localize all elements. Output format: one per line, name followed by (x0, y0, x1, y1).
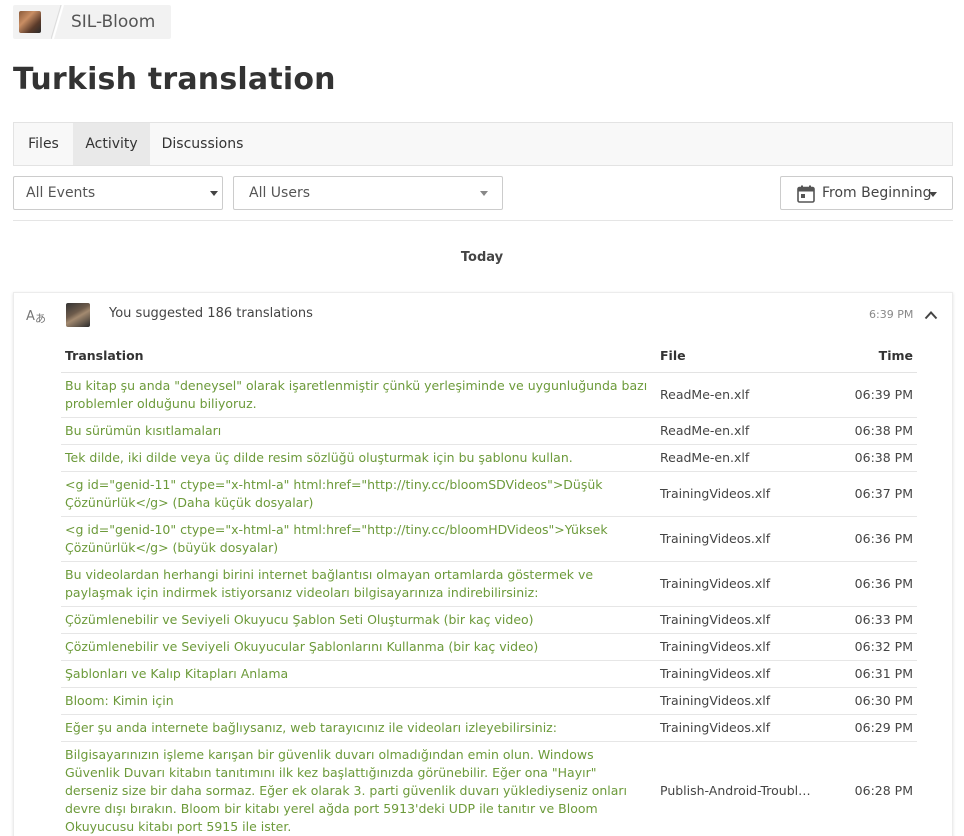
row-timestamp: 06:28 PM (821, 741, 917, 836)
day-label: Today (460, 250, 504, 265)
date-range-label: From Beginning (822, 185, 932, 201)
column-header-translation: Translation (61, 339, 656, 373)
tab-files[interactable]: Files (14, 123, 73, 165)
table-header-row: Translation File Time (61, 339, 917, 373)
translation-text[interactable]: Şablonları ve Kalıp Kitapları Anlama (61, 660, 656, 688)
translation-text[interactable]: <g id="genid-10" ctype="x-html-a" html:h… (61, 516, 656, 562)
translation-text[interactable]: <g id="genid-11" ctype="x-html-a" html:h… (61, 471, 656, 517)
file-name[interactable]: TrainingVideos.xlf (656, 471, 821, 517)
translate-icon: A あ (26, 307, 46, 327)
chevron-up-icon[interactable] (924, 305, 938, 320)
table-row: Çözümlenebilir ve Seviyeli Okuyucular Şa… (61, 633, 917, 661)
breadcrumb-project-link[interactable]: SIL-Bloom (71, 12, 155, 32)
activity-event-card: A あ You suggested 186 translations 6:39 … (13, 292, 953, 836)
tab-discussions[interactable]: Discussions (150, 123, 255, 165)
user-avatar[interactable] (66, 303, 90, 327)
translations-table: Translation File Time Bu kitap şu anda "… (61, 339, 917, 836)
table-row: Bu videolardan herhangi birini internet … (61, 561, 917, 607)
file-name[interactable]: ReadMe-en.xlf (656, 417, 821, 445)
table-row: Tek dilde, iki dilde veya üç dilde resim… (61, 444, 917, 472)
breadcrumb: SIL-Bloom (13, 5, 171, 39)
row-timestamp: 06:36 PM (821, 516, 917, 562)
project-avatar[interactable] (19, 11, 41, 33)
row-timestamp: 06:38 PM (821, 417, 917, 445)
row-timestamp: 06:31 PM (821, 660, 917, 688)
column-header-file: File (656, 339, 821, 373)
table-row: Bilgisayarınızın işleme karışan bir güve… (61, 741, 917, 836)
user-select[interactable]: All Users (233, 176, 503, 210)
row-timestamp: 06:39 PM (821, 372, 917, 418)
user-value: All Users (249, 185, 311, 201)
divider (13, 220, 953, 221)
table-row: Bloom: Kimin için TrainingVideos.xlf 06:30… (61, 687, 917, 715)
row-timestamp: 06:38 PM (821, 444, 917, 472)
page-title: Turkish translation (13, 62, 336, 97)
chevron-down-icon (210, 191, 218, 196)
table-row: <g id="genid-11" ctype="x-html-a" html:h… (61, 471, 917, 517)
row-timestamp: 06:32 PM (821, 633, 917, 661)
translation-text[interactable]: Çözümlenebilir ve Seviyeli Okuyucu Şablo… (61, 606, 656, 634)
file-name[interactable]: TrainingVideos.xlf (656, 660, 821, 688)
file-name[interactable]: TrainingVideos.xlf (656, 561, 821, 607)
row-timestamp: 06:36 PM (821, 561, 917, 607)
row-timestamp: 06:30 PM (821, 687, 917, 715)
file-name[interactable]: TrainingVideos.xlf (656, 516, 821, 562)
table-row: Bu kitap şu anda "deneysel" olarak işare… (61, 372, 917, 418)
table-row: <g id="genid-10" ctype="x-html-a" html:h… (61, 516, 917, 562)
event-type-value: All Events (26, 185, 96, 201)
breadcrumb-separator-icon (51, 5, 65, 39)
event-type-select[interactable]: All Events (13, 176, 223, 210)
translation-text[interactable]: Çözümlenebilir ve Seviyeli Okuyucular Şa… (61, 633, 656, 661)
chevron-down-icon (929, 192, 937, 197)
file-name[interactable]: TrainingVideos.xlf (656, 606, 821, 634)
table-row: Çözümlenebilir ve Seviyeli Okuyucu Şablo… (61, 606, 917, 634)
file-name[interactable]: TrainingVideos.xlf (656, 633, 821, 661)
translation-text[interactable]: Bilgisayarınızın işleme karışan bir güve… (61, 741, 656, 836)
row-timestamp: 06:29 PM (821, 714, 917, 742)
tab-bar: Files Activity Discussions (13, 122, 953, 166)
file-name[interactable]: ReadMe-en.xlf (656, 444, 821, 472)
table-row: Bu sürümün kısıtlamaları ReadMe-en.xlf 06:… (61, 417, 917, 445)
row-timestamp: 06:33 PM (821, 606, 917, 634)
chevron-down-icon (480, 191, 488, 196)
file-name[interactable]: TrainingVideos.xlf (656, 687, 821, 715)
translation-text[interactable]: Eğer şu anda internete bağlıysanız, web … (61, 714, 656, 742)
event-summary: You suggested 186 translations (109, 306, 313, 321)
date-range-button[interactable]: From Beginning (780, 176, 953, 210)
row-timestamp: 06:37 PM (821, 471, 917, 517)
event-timestamp: 6:39 PM (869, 308, 914, 321)
file-name[interactable]: ReadMe-en.xlf (656, 372, 821, 418)
file-name[interactable]: Publish-Android-Troubleshooting.xlf (656, 741, 821, 836)
translation-text[interactable]: Bu videolardan herhangi birini internet … (61, 561, 656, 607)
table-row: Eğer şu anda internete bağlıysanız, web … (61, 714, 917, 742)
translation-text[interactable]: Bloom: Kimin için (61, 687, 656, 715)
calendar-icon (797, 185, 815, 207)
svg-text:あ: あ (35, 312, 46, 323)
tab-activity[interactable]: Activity (73, 123, 150, 165)
translation-text[interactable]: Tek dilde, iki dilde veya üç dilde resim… (61, 444, 656, 472)
table-row: Şablonları ve Kalıp Kitapları Anlama Trai… (61, 660, 917, 688)
svg-text:A: A (26, 309, 35, 323)
translation-text[interactable]: Bu sürümün kısıtlamaları (61, 417, 656, 445)
translation-text[interactable]: Bu kitap şu anda "deneysel" olarak işare… (61, 372, 656, 418)
file-name[interactable]: TrainingVideos.xlf (656, 714, 821, 742)
column-header-time: Time (821, 339, 917, 373)
